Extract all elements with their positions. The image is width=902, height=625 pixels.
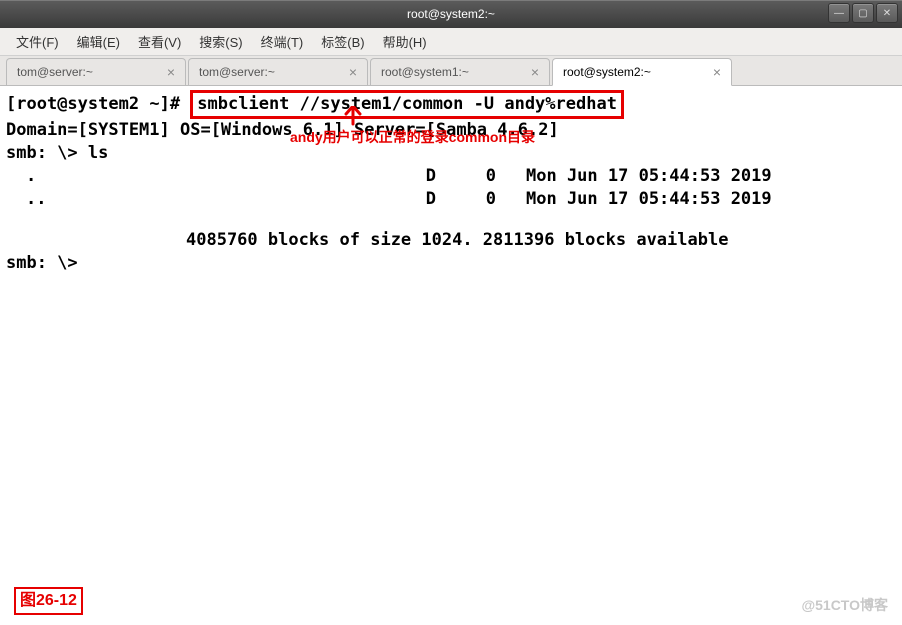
listing-row: .. D 0 Mon Jun 17 05:44:53 2019	[6, 188, 896, 211]
listing-row: . D 0 Mon Jun 17 05:44:53 2019	[6, 165, 896, 188]
blocks-summary: 4085760 blocks of size 1024. 2811396 blo…	[6, 229, 896, 252]
menu-bar: 文件(F) 编辑(E) 查看(V) 搜索(S) 终端(T) 标签(B) 帮助(H…	[0, 28, 902, 56]
terminal-viewport[interactable]: [root@system2 ~]# smbclient //system1/co…	[0, 86, 902, 625]
menu-file[interactable]: 文件(F)	[8, 28, 67, 55]
close-icon[interactable]: ×	[349, 64, 357, 80]
menu-terminal[interactable]: 终端(T)	[253, 28, 312, 55]
close-icon[interactable]: ×	[713, 64, 721, 80]
close-button[interactable]: ✕	[876, 3, 898, 23]
tab-label: tom@server:~	[199, 65, 275, 79]
close-icon[interactable]: ×	[531, 64, 539, 80]
maximize-button[interactable]: ▢	[852, 3, 874, 23]
menu-search[interactable]: 搜索(S)	[191, 28, 250, 55]
minimize-button[interactable]: —	[828, 3, 850, 23]
menu-view[interactable]: 查看(V)	[130, 28, 189, 55]
figure-label: 图26-12	[14, 587, 83, 615]
highlighted-command: smbclient //system1/common -U andy%redha…	[190, 90, 624, 119]
terminal-tab[interactable]: root@system1:~ ×	[370, 58, 550, 85]
terminal-tab-active[interactable]: root@system2:~ ×	[552, 58, 732, 86]
menu-help[interactable]: 帮助(H)	[375, 28, 435, 55]
terminal-tab[interactable]: tom@server:~ ×	[6, 58, 186, 85]
prompt-line: [root@system2 ~]# smbclient //system1/co…	[6, 90, 896, 119]
terminal-tab[interactable]: tom@server:~ ×	[188, 58, 368, 85]
prompt-prefix: [root@system2 ~]#	[6, 93, 190, 116]
window-title-bar: root@system2:~ — ▢ ✕	[0, 0, 902, 28]
menu-edit[interactable]: 编辑(E)	[69, 28, 128, 55]
window-controls: — ▢ ✕	[828, 3, 898, 23]
tab-label: root@system1:~	[381, 65, 469, 79]
menu-tabs[interactable]: 标签(B)	[313, 28, 372, 55]
tab-label: tom@server:~	[17, 65, 93, 79]
close-icon[interactable]: ×	[167, 64, 175, 80]
watermark: @51CTO博客	[801, 596, 888, 615]
annotation-text: andy用户可以正常的登录common目录	[290, 128, 535, 147]
tab-label: root@system2:~	[563, 65, 651, 79]
smb-prompt-line: smb: \>	[6, 252, 896, 275]
window-title: root@system2:~	[407, 7, 495, 21]
tab-bar: tom@server:~ × tom@server:~ × root@syste…	[0, 56, 902, 86]
